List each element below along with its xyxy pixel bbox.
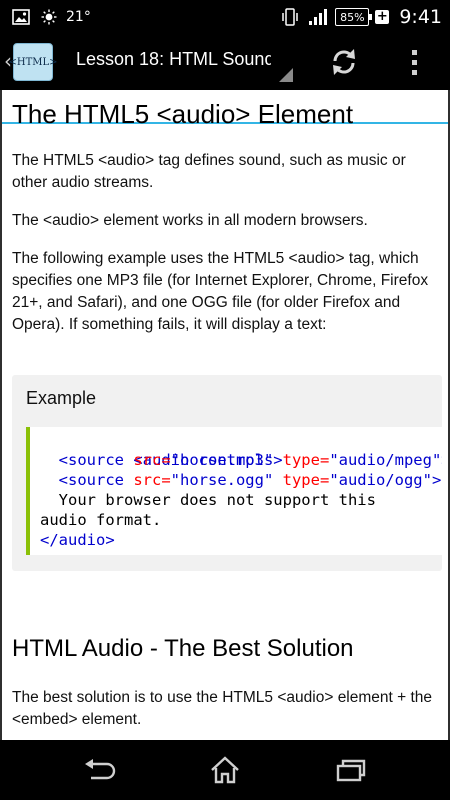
paragraph: The best solution is to use the HTML5 <a… bbox=[12, 689, 433, 728]
lesson-content[interactable]: The HTML5 <audio> Element The HTML5 <aud… bbox=[0, 90, 450, 740]
paragraph: The following example uses the HTML5 <au… bbox=[12, 250, 429, 333]
code-line: <source src="horse.mp3" type="audio/mpeg… bbox=[40, 451, 442, 469]
code-line: audio format. bbox=[40, 511, 162, 529]
code-line: </audio> bbox=[40, 531, 115, 549]
photo-icon bbox=[10, 6, 32, 28]
temperature-text: 21° bbox=[66, 9, 91, 25]
clock: 9:41 bbox=[399, 6, 442, 28]
app-logo-text: <HTML> bbox=[8, 56, 58, 68]
refresh-icon[interactable] bbox=[328, 46, 360, 78]
example-box: Example <audio controls> <source src="ho… bbox=[12, 375, 442, 571]
navigation-bar bbox=[0, 740, 450, 800]
home-icon[interactable] bbox=[207, 753, 243, 787]
code-line: <source src="horse.ogg" type="audio/ogg"… bbox=[40, 471, 442, 489]
battery-icon: 85% bbox=[335, 8, 373, 26]
plus-icon: + bbox=[375, 9, 390, 24]
battery-percent: 85% bbox=[340, 10, 365, 24]
code-block: <audio controls> <source src="horse.mp3"… bbox=[26, 427, 442, 555]
spinner-dropdown-icon[interactable] bbox=[279, 68, 293, 82]
back-icon[interactable] bbox=[82, 753, 118, 787]
app-logo[interactable]: <HTML> bbox=[8, 43, 58, 81]
signal-icon bbox=[307, 6, 329, 28]
section-heading-2: HTML Audio - The Best Solution bbox=[12, 635, 354, 662]
recent-apps-icon[interactable] bbox=[332, 753, 368, 787]
section-heading: The HTML5 <audio> Element bbox=[12, 99, 354, 129]
weather-sun-icon bbox=[38, 6, 60, 28]
action-bar: ‹ <HTML> Lesson 18: HTML Sounds bbox=[0, 34, 450, 124]
vibrate-icon bbox=[279, 6, 301, 28]
example-title: Example bbox=[26, 388, 97, 408]
paragraph: The HTML5 <audio> tag defines sound, suc… bbox=[12, 152, 406, 191]
paragraph: The <audio> element works in all modern … bbox=[12, 212, 368, 229]
overflow-menu-icon[interactable] bbox=[404, 46, 424, 78]
lesson-title-spinner[interactable]: Lesson 18: HTML Sounds bbox=[76, 49, 271, 75]
status-bar: 21° 85% + 9:41 bbox=[0, 0, 450, 34]
code-line: Your browser does not support this bbox=[40, 491, 376, 509]
